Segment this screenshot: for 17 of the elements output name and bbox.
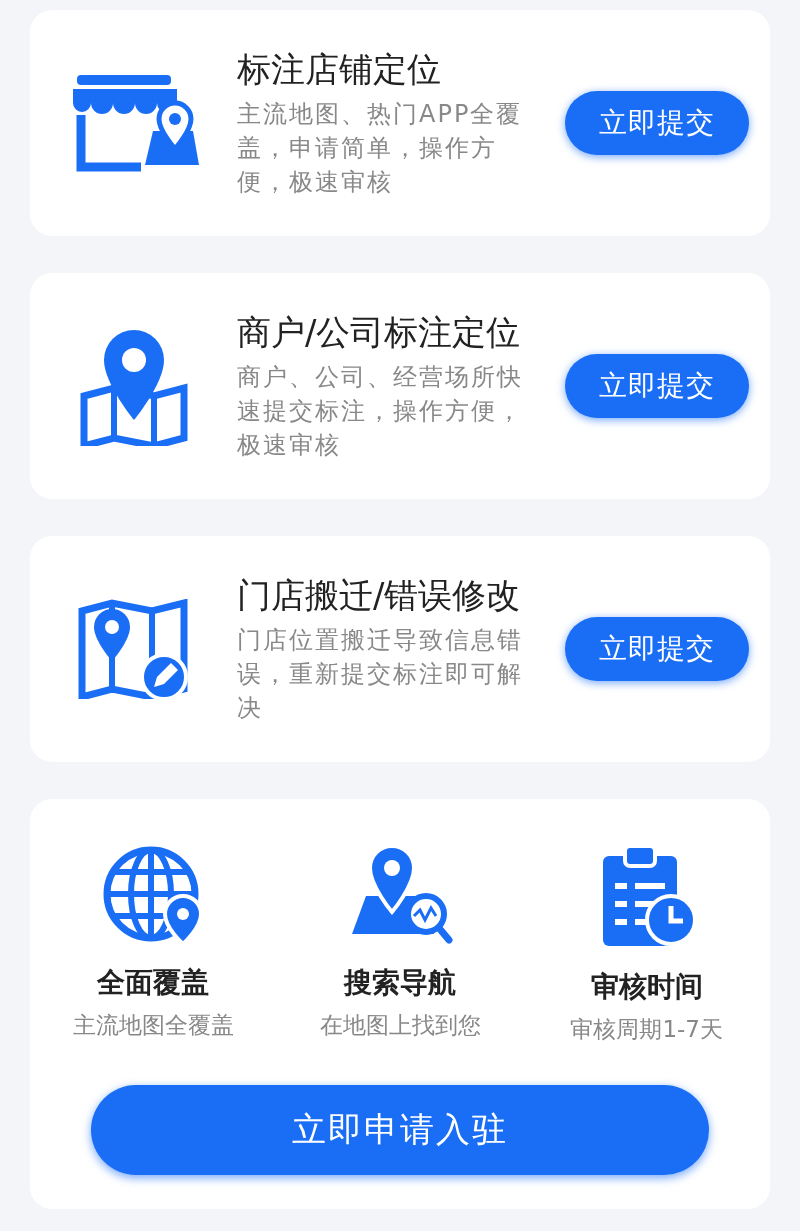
service-title: 商户/公司标注定位 [237,311,522,353]
service-title: 门店搬迁/错误修改 [237,574,522,616]
feature-title: 全面覆盖 [97,965,210,1001]
service-description: 商户、公司、经营场所快速提交标注，操作方便，极速审核 [237,362,524,462]
feature-subtitle: 在地图上找到您 [319,1011,481,1040]
submit-button[interactable]: 立即提交 [565,91,749,155]
map-edit-icon [77,599,190,699]
submit-button[interactable]: 立即提交 [565,617,749,681]
service-description: 主流地图、热门APP全覆盖，申请简单，操作方便，极速审核 [237,99,524,199]
feature-subtitle: 主流地图全覆盖 [72,1011,234,1040]
feature-title: 审核时间 [590,969,703,1005]
feature-subtitle: 审核周期1-7天 [570,1015,723,1044]
apply-button[interactable]: 立即申请入驻 [91,1084,709,1175]
submit-button[interactable]: 立即提交 [565,354,749,418]
service-title: 标注店铺定位 [237,48,442,90]
service-description: 门店位置搬迁导致信息错误，重新提交标注即可解决 [237,625,524,725]
feature-title: 搜索导航 [344,965,456,1001]
